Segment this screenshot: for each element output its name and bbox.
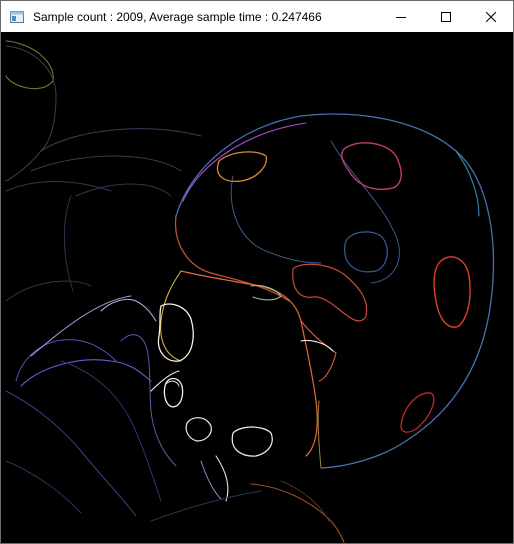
minimize-button[interactable] [378,1,423,32]
edge-render-image [1,32,513,543]
maximize-button[interactable] [423,1,468,32]
caption-buttons [378,1,513,32]
maximize-icon [440,11,451,22]
close-icon [485,11,496,22]
render-canvas[interactable] [1,32,513,543]
close-button[interactable] [468,1,513,32]
window-app-icon[interactable] [9,9,25,25]
app-window: Sample count : 2009, Average sample time… [0,0,514,544]
minimize-icon [395,16,406,18]
window-title: Sample count : 2009, Average sample time… [33,9,322,24]
title-bar[interactable]: Sample count : 2009, Average sample time… [1,1,513,32]
